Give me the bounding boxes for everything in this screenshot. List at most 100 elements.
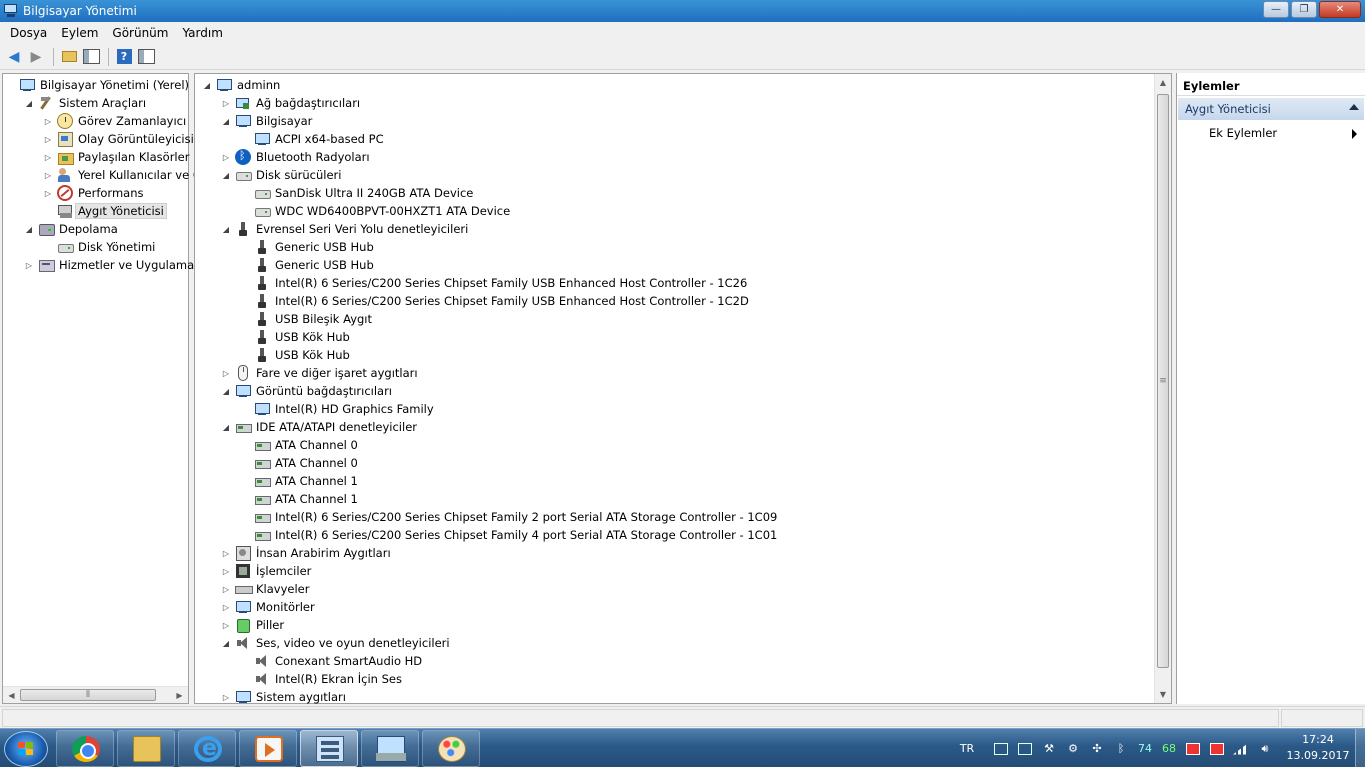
tree-item[interactable]: ◢ Depolama — [24, 220, 120, 238]
start-button[interactable] — [4, 731, 48, 767]
device-tree-item[interactable]: Conexant SmartAudio HD — [240, 652, 424, 670]
cpu-temperature[interactable]: 74 — [1137, 741, 1153, 757]
language-indicator[interactable]: TR — [959, 741, 975, 757]
device-tree-item[interactable]: ▷ Monitörler — [221, 598, 317, 616]
device-tree-item[interactable]: Intel(R) 6 Series/C200 Series Chipset Fa… — [240, 526, 779, 544]
collapsed-arrow-icon[interactable]: ▷ — [221, 585, 231, 594]
tree-item[interactable]: ▷ Paylaşılan Klasörler — [43, 148, 191, 166]
device-tree-item[interactable]: Intel(R) 6 Series/C200 Series Chipset Fa… — [240, 508, 779, 526]
up-folder-button[interactable] — [59, 47, 79, 67]
collapsed-arrow-icon[interactable]: ▷ — [43, 117, 53, 126]
device-tree-item[interactable]: ▷ Fare ve diğer işaret aygıtları — [221, 364, 420, 382]
collapsed-arrow-icon[interactable]: ▷ — [221, 369, 231, 378]
collapsed-arrow-icon[interactable]: ▷ — [221, 549, 231, 558]
fan-icon[interactable]: ✣ — [1089, 741, 1105, 757]
device-tree-item[interactable]: ◢ Ses, video ve oyun denetleyicileri — [221, 634, 452, 652]
collapsed-arrow-icon[interactable]: ▷ — [221, 693, 231, 702]
action-center-icon[interactable] — [1185, 741, 1201, 757]
tree-item[interactable]: Aygıt Yöneticisi — [43, 202, 167, 220]
device-tree-item[interactable]: Intel(R) Ekran İçin Ses — [240, 670, 404, 688]
collapsed-arrow-icon[interactable]: ▷ — [221, 153, 231, 162]
tree-item[interactable]: ▷ Görev Zamanlayıcı — [43, 112, 188, 130]
minimize-button[interactable]: — — [1263, 1, 1289, 18]
device-tree-item[interactable]: Generic USB Hub — [240, 256, 376, 274]
device-tree-item[interactable]: ▷ Klavyeler — [221, 580, 311, 598]
device-tree-item[interactable]: ◢ Bilgisayar — [221, 112, 314, 130]
collapsed-arrow-icon[interactable]: ▷ — [221, 603, 231, 612]
grid-icon[interactable] — [993, 741, 1009, 757]
menu-file[interactable]: Dosya — [3, 26, 54, 40]
network-signal-icon[interactable] — [1233, 741, 1249, 757]
clock[interactable]: 17:24 13.09.2017 — [1283, 732, 1353, 764]
taskbar-media-button[interactable] — [239, 730, 297, 767]
device-tree-item[interactable]: ACPI x64-based PC — [240, 130, 386, 148]
close-button[interactable]: ✕ — [1319, 1, 1361, 18]
menu-help[interactable]: Yardım — [175, 26, 229, 40]
scroll-left-arrow-icon[interactable]: ◀ — [4, 687, 19, 703]
scroll-thumb[interactable]: ⦀ — [20, 689, 156, 701]
tree-item[interactable]: ▷ Yerel Kullanıcılar ve Gru — [43, 166, 216, 184]
menu-action[interactable]: Eylem — [54, 26, 105, 40]
expanded-arrow-icon[interactable]: ◢ — [24, 225, 34, 234]
device-tree-item[interactable]: USB Bileşik Aygıt — [240, 310, 374, 328]
taskbar-computer-management-button[interactable] — [300, 730, 358, 767]
device-tree-item[interactable]: ◢ adminn — [202, 76, 282, 94]
device-tree-item[interactable]: Intel(R) 6 Series/C200 Series Chipset Fa… — [240, 274, 749, 292]
collapsed-arrow-icon[interactable]: ▷ — [43, 135, 53, 144]
expanded-arrow-icon[interactable]: ◢ — [221, 225, 231, 234]
tree-item[interactable]: ▷ Hizmetler ve Uygulamalar — [24, 256, 211, 274]
device-tree-item[interactable]: ◢ Görüntü bağdaştırıcıları — [221, 382, 394, 400]
volume-icon[interactable]: 🔊︎ — [1257, 741, 1273, 757]
device-tree-item[interactable]: Intel(R) HD Graphics Family — [240, 400, 436, 418]
menu-view[interactable]: Görünüm — [105, 26, 175, 40]
device-tree-item[interactable]: Generic USB Hub — [240, 238, 376, 256]
device-tree-item[interactable]: ▷ Ağ bağdaştırıcıları — [221, 94, 362, 112]
scroll-down-arrow-icon[interactable]: ▼ — [1155, 686, 1171, 703]
expanded-arrow-icon[interactable]: ◢ — [221, 387, 231, 396]
scroll-thumb[interactable]: ≡ — [1157, 94, 1169, 668]
collapse-up-icon[interactable] — [1349, 104, 1359, 110]
device-tree-item[interactable]: SanDisk Ultra II 240GB ATA Device — [240, 184, 475, 202]
device-tree-item[interactable]: ◢ Disk sürücüleri — [221, 166, 343, 184]
device-tree-item[interactable]: ATA Channel 0 — [240, 454, 360, 472]
help-button[interactable]: ? — [114, 47, 134, 67]
device-tree-item[interactable]: ATA Channel 1 — [240, 490, 360, 508]
taskbar-chrome-button[interactable] — [56, 730, 114, 767]
taskbar-explorer-button[interactable] — [117, 730, 175, 767]
tree-item[interactable]: Bilgisayar Yönetimi (Yerel) — [5, 76, 191, 94]
maximize-button[interactable]: ❐ — [1291, 1, 1317, 18]
collapsed-arrow-icon[interactable]: ▷ — [24, 261, 34, 270]
scroll-up-arrow-icon[interactable]: ▲ — [1155, 74, 1171, 91]
expanded-arrow-icon[interactable]: ◢ — [202, 81, 212, 90]
collapsed-arrow-icon[interactable]: ▷ — [221, 621, 231, 630]
device-tree-item[interactable]: ATA Channel 0 — [240, 436, 360, 454]
show-hide-actions-button[interactable] — [136, 47, 156, 67]
tools-tray-icon[interactable]: ⚒ — [1041, 741, 1057, 757]
taskbar-paint-button[interactable] — [422, 730, 480, 767]
tree-item[interactable]: ▷ Olay Görüntüleyicisi — [43, 130, 196, 148]
expanded-arrow-icon[interactable]: ◢ — [221, 639, 231, 648]
device-tree-item[interactable]: ▷ Bluetooth Radyoları — [221, 148, 372, 166]
device-tree-item[interactable]: ◢ IDE ATA/ATAPI denetleyiciler — [221, 418, 419, 436]
expanded-arrow-icon[interactable]: ◢ — [221, 171, 231, 180]
actions-section-device-manager[interactable]: Aygıt Yöneticisi — [1178, 98, 1364, 120]
more-actions-item[interactable]: Ek Eylemler — [1177, 124, 1365, 142]
horizontal-scrollbar[interactable]: ◀ ⦀ ▶ — [3, 686, 188, 703]
bluetooth-tray-icon[interactable]: ᛒ — [1113, 741, 1129, 757]
expanded-arrow-icon[interactable]: ◢ — [24, 99, 34, 108]
device-tree-item[interactable]: ▷ İşlemciler — [221, 562, 313, 580]
taskbar-device-manager-button[interactable] — [361, 730, 419, 767]
laptop-icon[interactable] — [1017, 741, 1033, 757]
taskbar-ie-button[interactable] — [178, 730, 236, 767]
show-desktop-button[interactable] — [1355, 729, 1365, 767]
collapsed-arrow-icon[interactable]: ▷ — [43, 171, 53, 180]
device-tree-item[interactable]: Intel(R) 6 Series/C200 Series Chipset Fa… — [240, 292, 751, 310]
collapsed-arrow-icon[interactable]: ▷ — [43, 153, 53, 162]
collapsed-arrow-icon[interactable]: ▷ — [221, 99, 231, 108]
tree-item[interactable]: ▷ Performans — [43, 184, 145, 202]
show-hide-tree-button[interactable] — [81, 47, 101, 67]
device-tree-item[interactable]: USB Kök Hub — [240, 346, 352, 364]
device-tree-item[interactable]: ATA Channel 1 — [240, 472, 360, 490]
collapsed-arrow-icon[interactable]: ▷ — [43, 189, 53, 198]
expanded-arrow-icon[interactable]: ◢ — [221, 117, 231, 126]
